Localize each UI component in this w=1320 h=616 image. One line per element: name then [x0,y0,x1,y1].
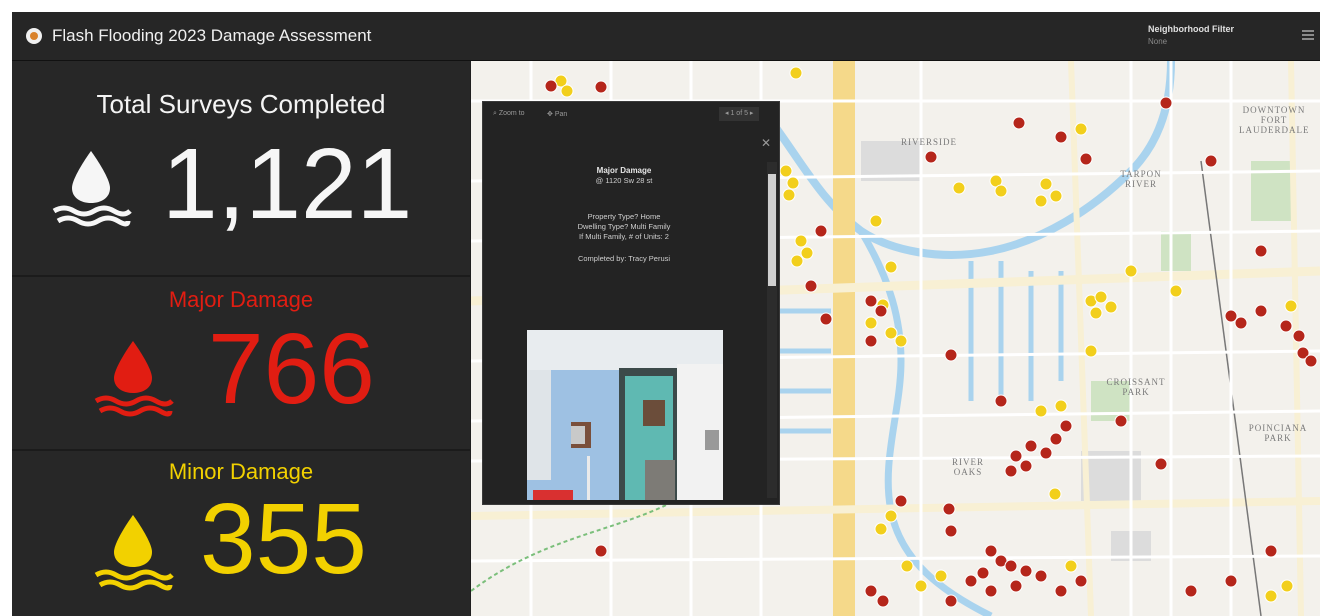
minor-damage-count: 355 [200,483,367,595]
water-drop-icon [94,515,174,591]
major-damage-panel: Major Damage 766 [12,277,470,451]
map-label-riverside: RIVERSIDE [901,137,957,147]
water-drop-icon [94,341,174,417]
damage-photo[interactable] [527,330,723,500]
popup-address: @ 1120 Sw 28 st [595,176,653,185]
zoom-to-label: Zoom to [498,110,525,117]
map-label-river-oaks: RIVER OAKS [952,457,984,477]
neighborhood-filter-label[interactable]: Neighborhood Filter [1148,24,1234,34]
popup-title: Major Damage [596,166,652,175]
pan-label: Pan [554,111,568,118]
map-label-croissant-park: CROISSANT PARK [1106,377,1166,397]
popup-content: Major Damage @ 1120 Sw 28 st Property Ty… [483,142,765,500]
major-damage-count: 766 [208,313,375,425]
total-surveys-count: 1,121 [162,128,413,240]
popup-scrollbar-thumb[interactable] [768,174,776,286]
zoom-to-button[interactable]: ⌕ Zoom to [493,110,525,118]
popup-scrollbar[interactable] [767,162,777,498]
popup-property-type: Property Type? Home [587,212,661,221]
minor-damage-title: Minor Damage [168,459,314,484]
total-surveys-title: Total Surveys Completed [96,89,386,119]
app-logo-icon [26,28,42,44]
neighborhood-filter-value[interactable]: None [1148,37,1167,46]
popup-completed-by: Completed by: Tracy Perusi [577,254,671,263]
minor-damage-panel: Minor Damage 355 [12,451,470,616]
stats-sidebar: Total Surveys Completed 1,121 Major Dama… [12,61,470,616]
total-surveys-panel: Total Surveys Completed 1,121 [12,61,470,277]
popup-pager[interactable]: ◂ 1 of 5 ▸ [719,107,760,121]
pan-button[interactable]: ✥ Pan [547,110,567,118]
app-header: Flash Flooding 2023 Damage Assessment Ne… [12,12,1320,61]
popup-units: If Multi Family, # of Units: 2 [579,232,669,241]
water-drop-icon [52,151,132,227]
major-damage-title: Major Damage [168,287,314,312]
map-label-downtown: DOWNTOWN FORT LAUDERDALE [1239,105,1310,135]
menu-icon[interactable] [1302,30,1314,40]
pager-text: 1 of 5 [730,110,748,117]
popup-dwelling-type: Dwelling Type? Multi Family [577,222,671,231]
feature-popup: ⌕ Zoom to ✥ Pan ◂ 1 of 5 ▸ ✕ Major Damag… [482,101,780,505]
map-label-poinciana-park: POINCIANA PARK [1248,423,1308,443]
map-label-tarpon-river: TARPON RIVER [1120,169,1162,189]
popup-toolbar: ⌕ Zoom to ✥ Pan ◂ 1 of 5 ▸ [483,102,779,128]
app-frame: Flash Flooding 2023 Damage Assessment Ne… [12,12,1320,616]
app-title: Flash Flooding 2023 Damage Assessment [52,26,372,45]
